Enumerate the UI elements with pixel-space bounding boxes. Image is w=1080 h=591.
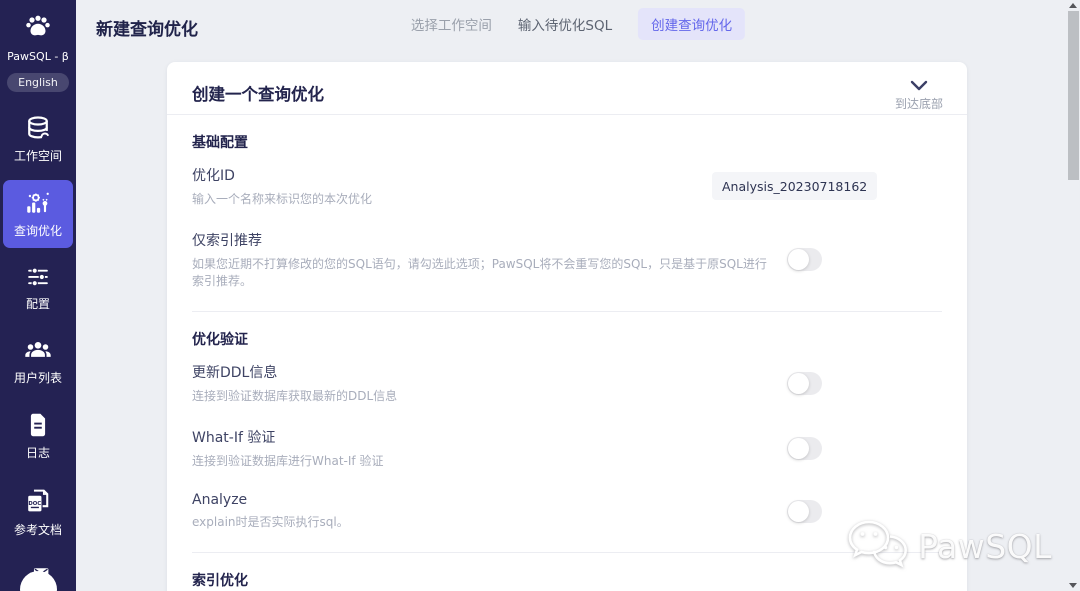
toggle-knob: [788, 372, 809, 394]
language-toggle[interactable]: English: [7, 73, 69, 92]
sliders-icon: [24, 265, 52, 289]
app-name: PawSQL - β: [7, 50, 69, 63]
setting-label: 仅索引推荐: [192, 233, 262, 249]
setting-description: 连接到验证数据库进行What-If 验证: [192, 454, 384, 468]
sidebar-item-config[interactable]: 配置: [3, 255, 73, 321]
setting-text: What-If 验证连接到验证数据库进行What-If 验证: [192, 427, 383, 469]
toggle-knob: [788, 437, 809, 459]
optimization-id-input[interactable]: [712, 172, 877, 200]
setting-text: 仅索引推荐如果您近期不打算修改的您的SQL语句，请勾选此选项；PawSQL将不会…: [192, 230, 772, 289]
sidebar-item-query-optimization[interactable]: 查询优化: [3, 180, 73, 248]
logo: PawSQL - β: [7, 13, 69, 63]
setting-label: What-If 验证: [192, 430, 276, 446]
index-only-recommendation-toggle[interactable]: [787, 248, 822, 271]
log-icon: [26, 412, 50, 438]
chevron-down-icon: [910, 76, 928, 95]
docs-icon: DOC: [23, 487, 53, 515]
page-title: 新建查询优化: [96, 20, 198, 40]
section-基础配置: 基础配置优化ID 输入一个名称来标识您的本次优化仅索引推荐如果您近期不打算修改的您…: [192, 115, 942, 312]
card-body: 基础配置优化ID 输入一个名称来标识您的本次优化仅索引推荐如果您近期不打算修改的您…: [167, 115, 967, 591]
database-icon: [24, 115, 52, 141]
section-title: 索引优化: [192, 573, 248, 589]
setting-label: 优化ID: [192, 168, 235, 184]
setting-text: 优化ID 输入一个名称来标识您的本次优化: [192, 165, 372, 207]
sidebar-item-label: 日志: [25, 446, 50, 460]
step-select-workspace[interactable]: 选择工作空间: [411, 14, 492, 34]
analyze-toggle[interactable]: [787, 499, 822, 523]
toggle-knob: [788, 249, 809, 270]
paw-logo-icon: [23, 13, 53, 43]
svg-text:DOC: DOC: [28, 501, 41, 507]
setting-row-index-only-recommendation: 仅索引推荐如果您近期不打算修改的您的SQL语句，请勾选此选项；PawSQL将不会…: [192, 217, 942, 299]
sidebar-item-workspace[interactable]: 工作空间: [3, 105, 73, 173]
step-input-sql[interactable]: 输入待优化SQL: [518, 14, 612, 34]
setting-row-what-if-validation: What-If 验证连接到验证数据库进行What-If 验证: [192, 414, 942, 479]
section-优化验证: 优化验证 更新DDL信息 连接到验证数据库获取最新的DDL信息 What-If 验证连…: [192, 312, 942, 553]
section-title: 基础配置: [192, 135, 248, 151]
setting-label: Analyze: [192, 492, 248, 508]
scroll-hint-label: 到达底部: [894, 97, 943, 111]
sidebar-item-label: 配置: [25, 297, 50, 311]
scrollbar-up-arrow[interactable]: [1069, 3, 1077, 8]
setting-description: 连接到验证数据库获取最新的DDL信息: [192, 389, 398, 403]
optimization-icon: [24, 190, 52, 216]
setting-row-optimization-id: 优化ID 输入一个名称来标识您的本次优化: [192, 152, 942, 217]
sidebar-item-log[interactable]: 日志: [3, 402, 73, 470]
setting-text: 更新DDL信息连接到验证数据库获取最新的DDL信息: [192, 362, 397, 404]
sidebar-item-reference-docs[interactable]: DOC 参考文档: [3, 477, 73, 547]
users-icon: [23, 338, 53, 363]
page-header: 新建查询优化 选择工作空间 输入待优化SQL 创建查询优化: [76, 0, 1080, 48]
setting-text: Analyze explain时是否实际执行sql。: [192, 492, 349, 530]
sidebar-item-label: 用户列表: [13, 371, 62, 385]
sidebar-item-label: 参考文档: [13, 523, 62, 537]
sidebar-item-label: 查询优化: [13, 224, 62, 238]
sidebar-item-user-list[interactable]: 用户列表: [3, 328, 73, 395]
card-header: 创建一个查询优化 到达底部: [167, 62, 967, 115]
section-索引优化: 索引优化和已有索引去重是否和工作空间中现有的索引进行去重覆盖索引推荐是否启用覆盖…: [192, 553, 942, 591]
setting-description: 如果您近期不打算修改的您的SQL语句，请勾选此选项；PawSQL将不会重写您的S…: [192, 257, 767, 288]
section-title: 优化验证: [192, 332, 248, 348]
scroll-to-bottom[interactable]: 到达底部: [895, 76, 943, 112]
setting-description: explain时是否实际执行sql。: [192, 515, 349, 529]
setting-row-analyze: Analyze explain时是否实际执行sql。: [192, 479, 942, 540]
setting-label: 更新DDL信息: [192, 365, 278, 381]
what-if-validation-toggle[interactable]: [787, 436, 822, 460]
setting-description: 输入一个名称来标识您的本次优化: [192, 192, 373, 206]
update-ddl-info-toggle[interactable]: [787, 371, 822, 395]
sidebar-nav: 工作空间查询优化配置用户列表日志DOC参考文档联系我们: [0, 98, 76, 591]
step-create-query-optimization[interactable]: 创建查询优化: [638, 8, 746, 40]
wizard-steps: 选择工作空间 输入待优化SQL 创建查询优化: [411, 0, 746, 48]
toggle-knob: [788, 500, 809, 522]
vertical-scrollbar[interactable]: [1067, 0, 1080, 591]
create-optimization-card: 创建一个查询优化 到达底部 基础配置优化ID输入一个名称来标识您的本次优化仅索引…: [167, 62, 967, 591]
setting-row-update-ddl-info: 更新DDL信息连接到验证数据库获取最新的DDL信息: [192, 349, 942, 414]
scrollbar-down-arrow[interactable]: [1069, 583, 1077, 588]
input-wrap: [712, 172, 877, 200]
sidebar-item-label: 工作空间: [13, 149, 62, 163]
card-title: 创建一个查询优化: [192, 85, 324, 104]
sidebar: PawSQL - β English 工作空间查询优化配置用户列表日志 DOC 参考…: [0, 0, 76, 591]
scrollbar-thumb[interactable]: [1068, 11, 1079, 180]
